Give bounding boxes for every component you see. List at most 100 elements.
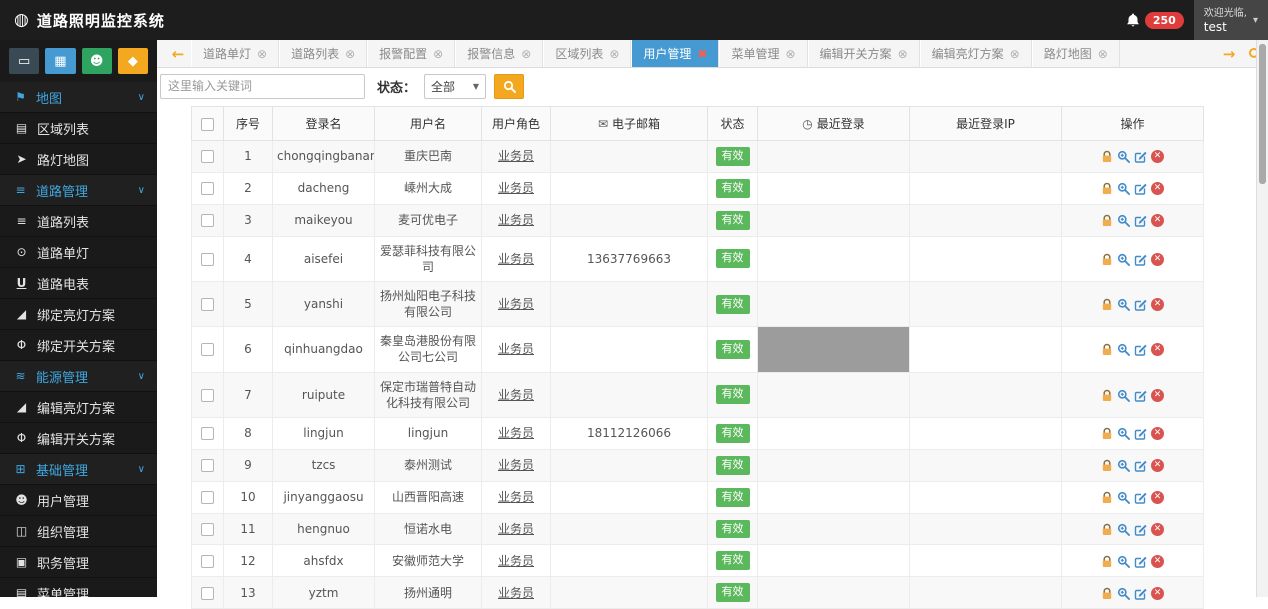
sidebar-item-road-lamp[interactable]: ⊙道路单灯 [0,237,157,268]
edit-icon[interactable] [1134,182,1147,195]
sidebar-section-energy-management[interactable]: ≋能源管理∨ [0,361,157,392]
delete-icon[interactable]: ✕ [1151,427,1164,440]
role-link[interactable]: 业务员 [498,297,534,311]
sidebar-item-org-management[interactable]: ◫组织管理 [0,516,157,547]
zoom-icon[interactable] [1117,298,1130,311]
tab-menu-management[interactable]: 菜单管理⊗ [719,40,807,67]
zoom-icon[interactable] [1117,389,1130,402]
tab-close-icon[interactable]: ⊗ [898,47,908,61]
lock-icon[interactable] [1101,182,1113,195]
edit-icon[interactable] [1134,459,1147,472]
delete-icon[interactable]: ✕ [1151,150,1164,163]
edit-icon[interactable] [1134,491,1147,504]
edit-icon[interactable] [1134,555,1147,568]
sidebar-section-map[interactable]: ⚑地图∨ [0,82,157,113]
zoom-icon[interactable] [1117,587,1130,600]
lock-icon[interactable] [1101,253,1113,266]
row-checkbox[interactable] [201,427,214,440]
delete-icon[interactable]: ✕ [1151,182,1164,195]
sidebar-item-menu-management[interactable]: ▤菜单管理 [0,578,157,597]
zoom-icon[interactable] [1117,427,1130,440]
zoom-icon[interactable] [1117,182,1130,195]
sidebar-item-area-list[interactable]: ▤区域列表 [0,113,157,144]
lock-icon[interactable] [1101,459,1113,472]
quick-button-monitor[interactable]: ▭ [9,48,39,74]
role-link[interactable]: 业务员 [498,388,534,402]
lock-icon[interactable] [1101,150,1113,163]
tab-alarm-config[interactable]: 报警配置⊗ [367,40,455,67]
notifications-button[interactable]: 250 [1115,0,1194,40]
tab-close-icon[interactable]: ⊗ [345,47,355,61]
zoom-icon[interactable] [1117,555,1130,568]
delete-icon[interactable]: ✕ [1151,389,1164,402]
lock-icon[interactable] [1101,343,1113,356]
edit-icon[interactable] [1134,343,1147,356]
tab-lamp-map[interactable]: 路灯地图⊗ [1032,40,1120,67]
lock-icon[interactable] [1101,491,1113,504]
keyword-input[interactable] [160,74,365,99]
sidebar-item-bind-switch-plan[interactable]: Φ绑定开关方案 [0,330,157,361]
sidebar-item-edit-lighting-plan[interactable]: ◢编辑亮灯方案 [0,392,157,423]
tab-close-icon[interactable]: ⊗ [257,47,267,61]
delete-icon[interactable]: ✕ [1151,253,1164,266]
role-link[interactable]: 业务员 [498,490,534,504]
edit-icon[interactable] [1134,253,1147,266]
edit-icon[interactable] [1134,587,1147,600]
status-select[interactable]: 全部 ▼ [424,74,486,99]
row-checkbox[interactable] [201,214,214,227]
lock-icon[interactable] [1101,587,1113,600]
row-checkbox[interactable] [201,491,214,504]
role-link[interactable]: 业务员 [498,181,534,195]
row-checkbox[interactable] [201,182,214,195]
row-checkbox[interactable] [201,253,214,266]
lock-icon[interactable] [1101,214,1113,227]
row-checkbox[interactable] [201,343,214,356]
zoom-icon[interactable] [1117,253,1130,266]
lock-icon[interactable] [1101,427,1113,440]
edit-icon[interactable] [1134,523,1147,536]
quick-button-grid[interactable]: ▦ [45,48,75,74]
sidebar-item-lamp-map[interactable]: ➤路灯地图 [0,144,157,175]
delete-icon[interactable]: ✕ [1151,587,1164,600]
delete-icon[interactable]: ✕ [1151,459,1164,472]
delete-icon[interactable]: ✕ [1151,343,1164,356]
tab-close-icon[interactable]: ⊗ [433,47,443,61]
role-link[interactable]: 业务员 [498,522,534,536]
zoom-icon[interactable] [1117,491,1130,504]
quick-button-shield[interactable]: ◆ [118,48,148,74]
zoom-icon[interactable] [1117,343,1130,356]
role-link[interactable]: 业务员 [498,426,534,440]
role-link[interactable]: 业务员 [498,342,534,356]
delete-icon[interactable]: ✕ [1151,555,1164,568]
role-link[interactable]: 业务员 [498,149,534,163]
row-checkbox[interactable] [201,389,214,402]
delete-icon[interactable]: ✕ [1151,523,1164,536]
tab-close-icon[interactable]: ⊗ [1098,47,1108,61]
tabs-scroll-left-button[interactable]: ← [165,40,191,67]
role-link[interactable]: 业务员 [498,586,534,600]
zoom-icon[interactable] [1117,214,1130,227]
edit-icon[interactable] [1134,427,1147,440]
scrollbar-thumb[interactable] [1259,44,1266,184]
user-menu[interactable]: 欢迎光临, test ▾ [1194,0,1268,40]
lock-icon[interactable] [1101,523,1113,536]
delete-icon[interactable]: ✕ [1151,491,1164,504]
lock-icon[interactable] [1101,298,1113,311]
lock-icon[interactable] [1101,389,1113,402]
delete-icon[interactable]: ✕ [1151,298,1164,311]
sidebar-section-road-management[interactable]: ≡道路管理∨ [0,175,157,206]
lock-icon[interactable] [1101,555,1113,568]
tab-close-icon[interactable]: ⊗ [521,47,531,61]
row-checkbox[interactable] [201,298,214,311]
zoom-icon[interactable] [1117,459,1130,472]
header-checkbox[interactable] [201,118,214,131]
edit-icon[interactable] [1134,214,1147,227]
row-checkbox[interactable] [201,150,214,163]
edit-icon[interactable] [1134,298,1147,311]
edit-icon[interactable] [1134,389,1147,402]
sidebar-item-user-management[interactable]: ☻用户管理 [0,485,157,516]
zoom-icon[interactable] [1117,150,1130,163]
quick-button-user[interactable]: ☻ [82,48,112,74]
role-link[interactable]: 业务员 [498,554,534,568]
delete-icon[interactable]: ✕ [1151,214,1164,227]
